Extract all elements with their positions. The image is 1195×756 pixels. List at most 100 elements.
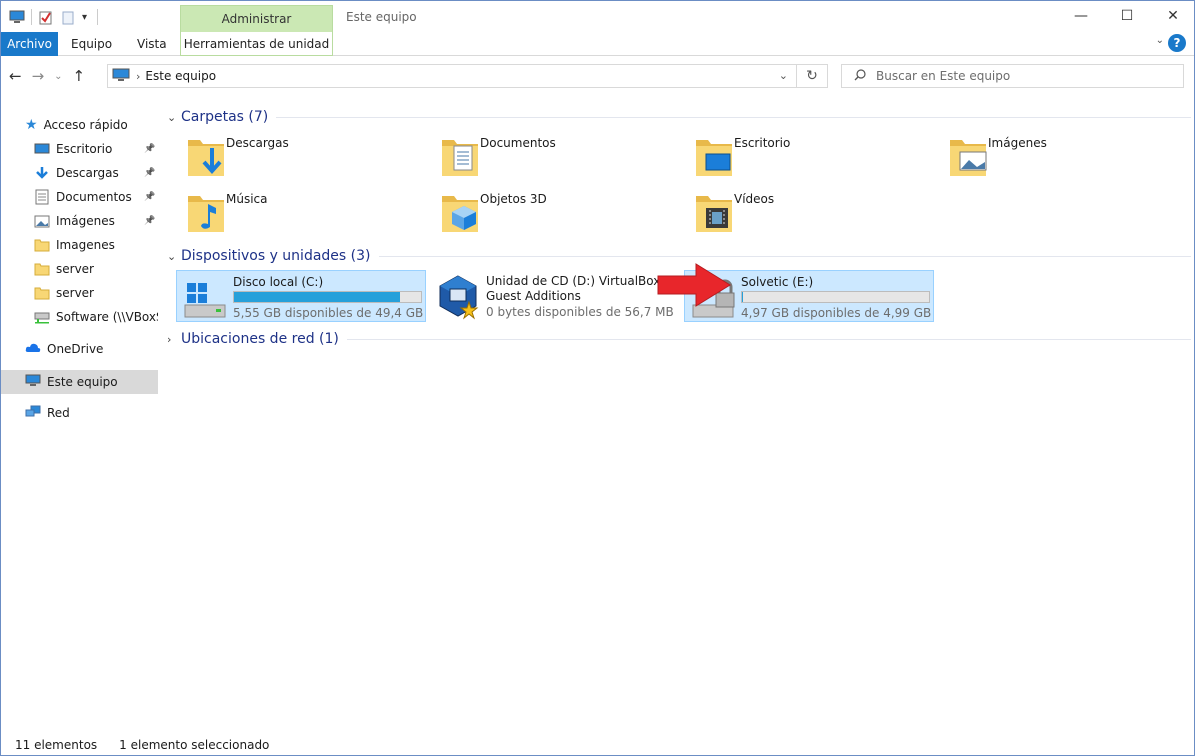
sidebar-item-label: Escritorio: [56, 142, 113, 156]
folder-label: Documentos: [480, 136, 556, 150]
computer-icon: [112, 68, 130, 85]
expand-ribbon-icon[interactable]: ⌄: [1156, 35, 1164, 46]
toolbar-separator: [31, 9, 32, 25]
chevron-right-icon[interactable]: ›: [167, 333, 181, 346]
group-divider: [276, 116, 1191, 118]
sidebar-item-label: Software (\\VBoxSv: [56, 310, 158, 324]
sidebar-item-acceso-rapido[interactable]: ★ Acceso rápido: [25, 114, 128, 136]
recent-locations-icon[interactable]: ⌄: [54, 71, 62, 82]
chevron-down-icon[interactable]: ⌄: [167, 250, 181, 263]
download-icon: [34, 166, 50, 180]
tab-archivo[interactable]: Archivo: [1, 32, 58, 56]
tab-vista[interactable]: Vista: [127, 32, 177, 56]
maximize-button[interactable]: ☐: [1104, 1, 1150, 31]
drive-d[interactable]: Unidad de CD (D:) VirtualBox Guest Addit…: [430, 270, 680, 322]
group-header-ubicaciones-de-red[interactable]: › Ubicaciones de red (1): [167, 329, 1191, 349]
folder-label: Música: [226, 192, 268, 206]
folder-label: Imágenes: [988, 136, 1047, 150]
drive-usage-fill: [234, 292, 401, 302]
sidebar-item-este-equipo[interactable]: Este equipo: [25, 371, 118, 393]
selection-count: 1 elemento seleccionado: [119, 738, 270, 752]
toolbar-separator: [97, 9, 99, 25]
sidebar-item-label: server: [56, 262, 94, 276]
address-bar[interactable]: › Este equipo ⌄: [107, 64, 797, 88]
pin-icon[interactable]: 📌: [144, 144, 155, 154]
folder-icon: [34, 286, 50, 300]
breadcrumb-chevron-icon[interactable]: ›: [136, 70, 140, 83]
sidebar-item-label: Este equipo: [47, 375, 118, 389]
group-title: Dispositivos y unidades (3): [181, 248, 371, 264]
group-divider: [378, 255, 1191, 257]
drive-name: Disco local (C:): [233, 275, 324, 289]
group-title: Carpetas (7): [181, 109, 269, 125]
folder-label: Objetos 3D: [480, 192, 547, 206]
sidebar-item[interactable]: Imágenes 📌: [34, 210, 158, 232]
pin-icon[interactable]: 📌: [144, 168, 155, 178]
sidebar-item-label: Red: [47, 406, 70, 420]
sidebar-item-label: server: [56, 286, 94, 300]
group-title: Ubicaciones de red (1): [181, 331, 339, 347]
search-input[interactable]: Buscar en Este equipo: [841, 64, 1184, 88]
sidebar-item[interactable]: Documentos 📌: [34, 186, 158, 208]
folder-label: Descargas: [226, 136, 289, 150]
sidebar-item[interactable]: Software (\\VBoxSv: [34, 306, 158, 328]
item-count: 11 elementos: [15, 738, 98, 752]
sidebar-item-red[interactable]: Red: [25, 402, 70, 424]
drive-free-space: 0 bytes disponibles de 56,7 MB: [486, 305, 674, 319]
ribbon-tabs: Archivo Equipo Vista Herramientas de uni…: [1, 32, 1194, 56]
sidebar-item[interactable]: server: [34, 282, 158, 304]
sidebar-item-onedrive[interactable]: OneDrive: [25, 338, 103, 360]
properties-icon[interactable]: [38, 10, 54, 25]
refresh-button[interactable]: ↻: [797, 64, 828, 88]
drive-usage-bar: [233, 291, 422, 303]
star-icon: ★: [25, 117, 38, 133]
drive-name: Solvetic (E:): [741, 275, 814, 289]
sidebar-item[interactable]: Escritorio 📌: [34, 138, 158, 160]
up-arrow-icon[interactable]: ↑: [73, 67, 86, 85]
help-button[interactable]: ?: [1168, 34, 1186, 52]
address-history-chevron-icon[interactable]: ⌄: [779, 69, 788, 82]
virtualbox-cd-icon: [436, 274, 480, 323]
folder-item[interactable]: Documentos: [434, 132, 674, 184]
documents-folder-icon: [438, 134, 482, 183]
pin-icon[interactable]: 📌: [144, 192, 155, 202]
sidebar-item[interactable]: Descargas 📌: [34, 162, 158, 184]
forward-arrow-icon[interactable]: →: [32, 67, 45, 85]
folder-item[interactable]: Escritorio: [688, 132, 928, 184]
context-tab-group-label: Administrar: [180, 5, 333, 32]
document-icon: [34, 189, 50, 205]
tab-herramientas-de-unidad[interactable]: Herramientas de unidad: [180, 32, 333, 56]
desktop-folder-icon: [692, 134, 736, 183]
folder-item[interactable]: Descargas: [180, 132, 420, 184]
chevron-down-icon[interactable]: ⌄: [167, 111, 181, 124]
window-title: Este equipo: [346, 10, 417, 24]
folder-item[interactable]: Música: [180, 188, 420, 240]
group-divider: [346, 338, 1191, 340]
folder-item[interactable]: Imágenes: [942, 132, 1182, 184]
file-explorer-window: ▾ Administrar Este equipo — ☐ ✕ Archivo …: [0, 0, 1195, 756]
tab-equipo[interactable]: Equipo: [61, 32, 122, 56]
search-icon: [854, 68, 866, 84]
group-header-carpetas[interactable]: ⌄ Carpetas (7): [167, 107, 1191, 127]
sidebar-item[interactable]: server: [34, 258, 158, 280]
folder-item[interactable]: Vídeos: [688, 188, 928, 240]
status-bar: 11 elementos 1 elemento seleccionado: [15, 738, 269, 752]
breadcrumb-este-equipo[interactable]: Este equipo: [145, 69, 216, 83]
sidebar-item[interactable]: Imagenes: [34, 234, 158, 256]
sidebar-item-label: Imagenes: [56, 238, 115, 252]
drive-usage-bar: [741, 291, 930, 303]
drive-c[interactable]: Disco local (C:) 5,55 GB disponibles de …: [176, 270, 426, 322]
back-arrow-icon[interactable]: ←: [9, 67, 22, 85]
close-button[interactable]: ✕: [1150, 1, 1194, 31]
pin-icon[interactable]: 📌: [144, 216, 155, 226]
new-folder-icon[interactable]: [60, 10, 76, 25]
drive-free-space: 4,97 GB disponibles de 4,99 GB: [741, 306, 932, 320]
folder-item[interactable]: Objetos 3D: [434, 188, 674, 240]
customize-toolbar-icon[interactable]: ▾: [82, 12, 87, 23]
minimize-button[interactable]: —: [1058, 1, 1104, 31]
sidebar-item-label: Descargas: [56, 166, 119, 180]
network-drive-icon: [34, 310, 50, 324]
windows-drive-icon: [183, 281, 227, 322]
folder-label: Vídeos: [734, 192, 775, 206]
sidebar-item-label: Imágenes: [56, 214, 115, 228]
